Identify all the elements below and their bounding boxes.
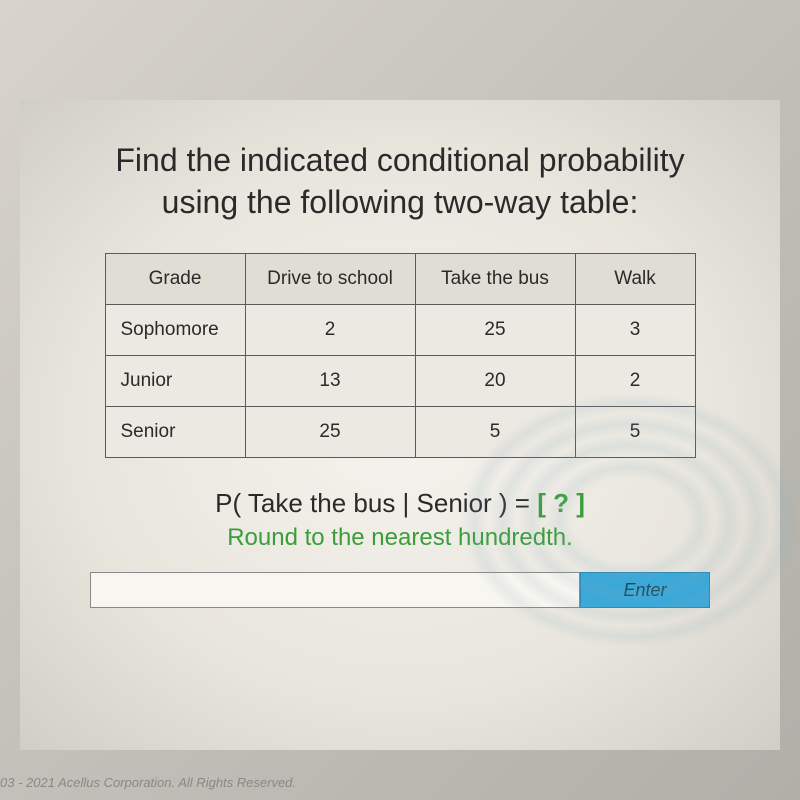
- probability-question: P( Take the bus | Senior ) = [ ? ]: [55, 488, 745, 519]
- cell-bus: 5: [415, 407, 575, 458]
- rounding-instruction: Round to the nearest hundredth.: [55, 524, 745, 552]
- cell-grade: Sophomore: [105, 305, 245, 356]
- header-drive: Drive to school: [245, 254, 415, 305]
- enter-button[interactable]: Enter: [580, 572, 710, 608]
- cell-walk: 5: [575, 407, 695, 458]
- cell-grade: Senior: [105, 407, 245, 458]
- cell-drive: 2: [245, 305, 415, 356]
- table-header-row: Grade Drive to school Take the bus Walk: [105, 254, 695, 305]
- cell-bus: 20: [415, 356, 575, 407]
- answer-placeholder: [ ? ]: [537, 488, 585, 518]
- table-row: Sophomore 2 25 3: [105, 305, 695, 356]
- question-title: Find the indicated conditional probabili…: [55, 140, 745, 223]
- cell-drive: 25: [245, 407, 415, 458]
- table-row: Junior 13 20 2: [105, 356, 695, 407]
- title-line-1: Find the indicated conditional probabili…: [115, 142, 684, 178]
- cell-walk: 2: [575, 356, 695, 407]
- question-prefix: P( Take the bus | Senior ) =: [215, 488, 537, 518]
- cell-drive: 13: [245, 356, 415, 407]
- header-bus: Take the bus: [415, 254, 575, 305]
- answer-input-row: Enter: [55, 572, 745, 608]
- table-container: Grade Drive to school Take the bus Walk …: [55, 253, 745, 458]
- answer-input[interactable]: [90, 572, 580, 608]
- cell-grade: Junior: [105, 356, 245, 407]
- table-row: Senior 25 5 5: [105, 407, 695, 458]
- copyright-footer: 03 - 2021 Acellus Corporation. All Right…: [0, 775, 296, 790]
- cell-walk: 3: [575, 305, 695, 356]
- two-way-table: Grade Drive to school Take the bus Walk …: [105, 253, 696, 458]
- title-line-2: using the following two-way table:: [162, 184, 639, 220]
- header-grade: Grade: [105, 254, 245, 305]
- header-walk: Walk: [575, 254, 695, 305]
- cell-bus: 25: [415, 305, 575, 356]
- content-panel: Find the indicated conditional probabili…: [20, 100, 780, 750]
